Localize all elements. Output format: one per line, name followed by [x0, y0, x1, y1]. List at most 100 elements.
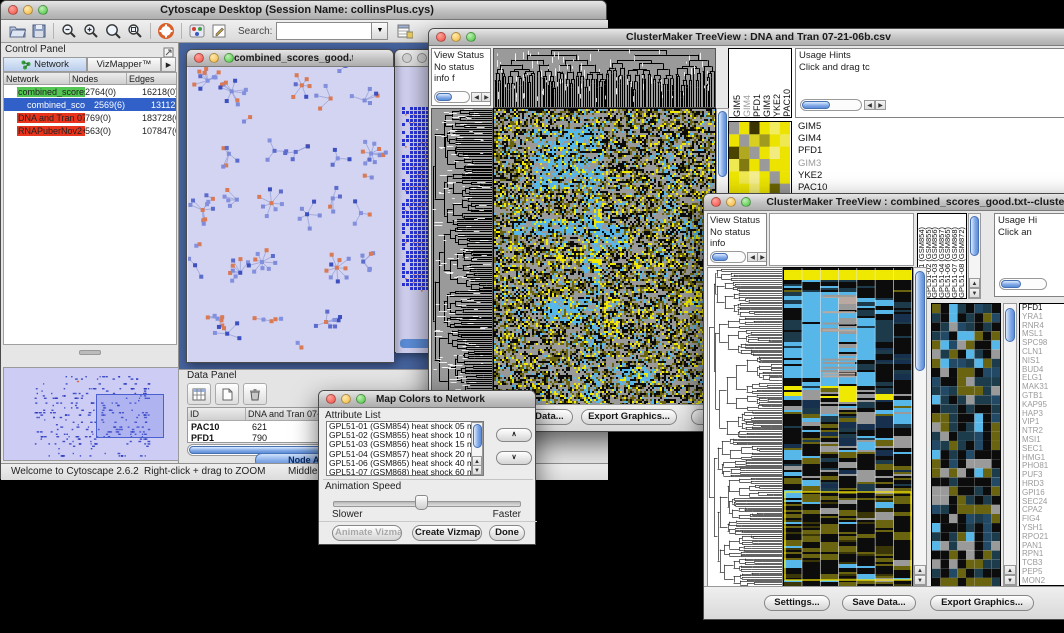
network-table-row[interactable]: combined_sco 2569(6) 13112(15): [4, 98, 176, 111]
zoom-in-icon[interactable]: [80, 21, 102, 41]
zoom-button[interactable]: [224, 53, 234, 63]
move-up-button[interactable]: ∧: [496, 428, 532, 442]
open-session-button[interactable]: [6, 21, 29, 41]
gene-label[interactable]: YKE2: [796, 170, 866, 182]
zoom-out-icon[interactable]: [58, 21, 80, 41]
attribute-list-item[interactable]: GPL51-02 (GSM855) heat shock 10 min: [327, 431, 483, 440]
gene-label[interactable]: MON2: [1020, 577, 1064, 586]
tv2-save-data-button[interactable]: Save Data...: [842, 595, 916, 611]
tv1-zoom-heatmap[interactable]: [729, 122, 790, 196]
scroll-up-icon[interactable]: ▲: [969, 278, 980, 288]
window-controls[interactable]: [1, 5, 48, 15]
col-header-nodes[interactable]: Nodes: [70, 73, 127, 84]
attribute-list-item[interactable]: GPL51-07 (GSM868) heat shock 60 min: [327, 468, 483, 476]
zoom-button[interactable]: [466, 32, 476, 42]
attribute-browser-icon[interactable]: [394, 21, 416, 41]
tv1-usage-hscrollbar[interactable]: [800, 99, 862, 111]
network-table-row[interactable]: combined_scores 2764(0) 16218(0): [4, 85, 176, 98]
tv1-row-dendrogram[interactable]: [431, 108, 493, 408]
minimize-button[interactable]: [341, 394, 351, 404]
scrollbar-thumb[interactable]: [915, 271, 925, 371]
scrollbar-thumb[interactable]: [970, 216, 979, 256]
scroll-down-icon[interactable]: ▼: [1004, 575, 1016, 585]
close-button[interactable]: [326, 394, 336, 404]
network-overview-canvas[interactable]: [3, 367, 179, 461]
tv1-column-label[interactable]: PAC10: [782, 89, 792, 117]
zoom-fit-icon[interactable]: [124, 21, 146, 41]
tv2-column-dendrogram-area[interactable]: [769, 213, 914, 266]
gene-label[interactable]: GIM5: [796, 121, 866, 133]
tv1-export-graphics-button[interactable]: Export Graphics...: [581, 409, 677, 425]
scroll-up-icon[interactable]: ▲: [1004, 565, 1016, 575]
done-button[interactable]: Done: [489, 525, 525, 541]
tv2-row-dendrogram[interactable]: [707, 267, 783, 588]
gene-label[interactable]: GIM4: [796, 133, 866, 145]
scroll-right-icon[interactable]: ▶: [875, 100, 886, 110]
search-dropdown-arrow[interactable]: ▼: [372, 22, 388, 40]
minimize-button[interactable]: [417, 53, 427, 63]
tv2-genes-vscrollbar[interactable]: ▲ ▼: [1003, 303, 1017, 586]
splitter-handle[interactable]: [3, 349, 177, 355]
scrollbar-thumb[interactable]: [473, 424, 482, 448]
list-vscrollbar[interactable]: ▲ ▼: [471, 422, 483, 475]
scrollbar-thumb[interactable]: [436, 93, 452, 101]
attribute-list-item[interactable]: GPL51-03 (GSM856) heat shock 15 min: [327, 440, 483, 449]
save-session-button[interactable]: [29, 21, 49, 41]
attribute-list-item[interactable]: GPL51-01 (GSM854) heat shock 05 min: [327, 422, 483, 431]
close-button[interactable]: [8, 5, 18, 15]
new-attribute-icon[interactable]: [215, 383, 239, 405]
speed-slider-thumb[interactable]: [415, 495, 428, 510]
zoom-button[interactable]: [38, 5, 48, 15]
tv2-settings-button[interactable]: Settings...: [764, 595, 830, 611]
move-down-button[interactable]: ∨: [496, 451, 532, 465]
scroll-down-icon[interactable]: ▼: [969, 288, 980, 298]
close-button[interactable]: [402, 53, 412, 63]
tv1-column-label[interactable]: GIM5: [732, 95, 742, 117]
scroll-right-icon[interactable]: ▶: [757, 252, 767, 262]
minimize-button[interactable]: [23, 5, 33, 15]
scroll-up-icon[interactable]: ▲: [914, 565, 926, 575]
tv1-column-label[interactable]: GIM4: [742, 95, 752, 117]
attribute-list-item[interactable]: GPL51-06 (GSM865) heat shock 40 min: [327, 459, 483, 468]
close-button[interactable]: [194, 53, 204, 63]
minimize-button[interactable]: [726, 197, 736, 207]
zoom-button[interactable]: [741, 197, 751, 207]
close-button[interactable]: [436, 32, 446, 42]
scrollbar-thumb[interactable]: [802, 101, 830, 109]
attribute-list-item[interactable]: GPL51-04 (GSM857) heat shock 20 min: [327, 450, 483, 459]
gene-label[interactable]: GIM3: [796, 158, 866, 170]
annotation-icon[interactable]: [208, 21, 230, 41]
col-header-network[interactable]: Network: [4, 73, 70, 84]
tv1-heatmap-canvas[interactable]: [493, 108, 716, 408]
network1-canvas[interactable]: [188, 67, 394, 362]
help-lifering-icon[interactable]: [155, 21, 177, 41]
tv2-column-label[interactable]: GPL51-08 (GSM872): [959, 227, 966, 298]
delete-attribute-trash-icon[interactable]: [243, 383, 267, 405]
scrollbar-thumb[interactable]: [712, 253, 728, 261]
scrollbar-thumb[interactable]: [718, 111, 727, 177]
zoom-selected-icon[interactable]: [102, 21, 124, 41]
scrollbar-thumb[interactable]: [1001, 280, 1021, 288]
tv2-usage-hscrollbar[interactable]: [999, 278, 1047, 290]
close-button[interactable]: [711, 197, 721, 207]
tv1-column-label[interactable]: YKE2: [772, 94, 782, 117]
tv2-status-hscrollbar[interactable]: [710, 251, 746, 263]
scroll-right-icon[interactable]: ▶: [481, 92, 491, 102]
zoom-button[interactable]: [356, 394, 366, 404]
network-table-row[interactable]: DNA and Tran 07 769(0) 183728(0): [4, 111, 176, 124]
vizmapper-icon[interactable]: [186, 21, 208, 41]
tab-network[interactable]: Network: [3, 57, 87, 72]
tv2-zoom-heatmap[interactable]: [931, 303, 1001, 588]
tv1-column-dendrogram[interactable]: [493, 48, 716, 108]
tab-vizmapper[interactable]: VizMapper™: [87, 57, 161, 72]
col-header-edges[interactable]: Edges: [127, 73, 176, 84]
scroll-down-icon[interactable]: ▼: [914, 575, 926, 585]
scroll-down-icon[interactable]: ▼: [472, 465, 482, 475]
minimize-button[interactable]: [209, 53, 219, 63]
search-input[interactable]: [276, 22, 372, 40]
tv2-vscrollbar[interactable]: ▲ ▼: [913, 267, 927, 586]
attr-col-id[interactable]: ID: [188, 408, 246, 420]
tv2-heatmap-canvas[interactable]: [783, 267, 913, 588]
animate-vizmap-button[interactable]: Animate Vizmap: [332, 525, 402, 541]
tv2-export-graphics-button[interactable]: Export Graphics...: [930, 595, 1034, 611]
